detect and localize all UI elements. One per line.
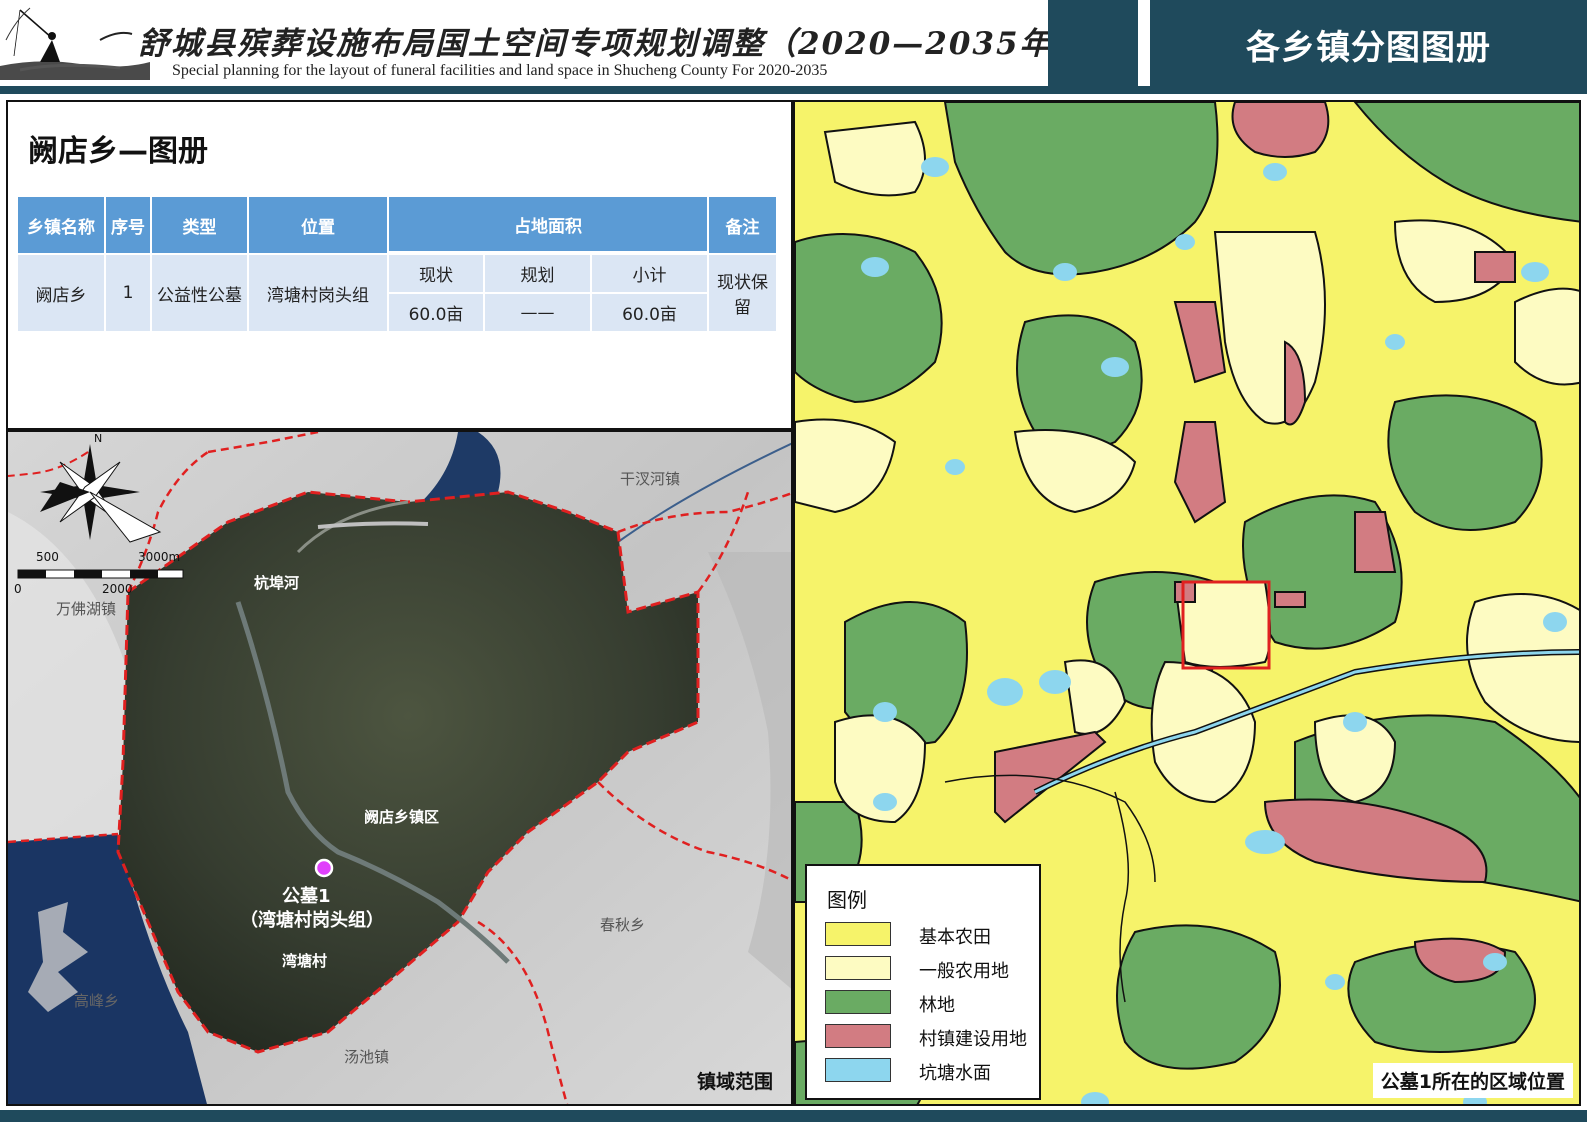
label-wanfohu: 万佛湖镇 — [56, 600, 117, 618]
legend-swatch-village-construction — [825, 1024, 891, 1048]
legend: 图例 基本农田 一般农用地 林地 村镇建设用地 坑塘水面 — [805, 864, 1041, 1100]
info-panel: 阙店乡—图册 乡镇名称 序号 类型 位置 占地面积 备注 阙店乡 1 公益性公墓… — [6, 100, 793, 430]
legend-label: 坑塘水面 — [919, 1063, 991, 1084]
north-label: N — [94, 432, 103, 445]
cell-planned: —— — [485, 294, 590, 331]
cemetery-table: 乡镇名称 序号 类型 位置 占地面积 备注 阙店乡 1 公益性公墓 湾塘村岗头组… — [16, 195, 778, 333]
label-tangchi: 汤池镇 — [344, 1048, 390, 1066]
footer-bar — [0, 1110, 1587, 1122]
header-area: 占地面积 — [389, 197, 707, 251]
cell-note: 现状保留 — [709, 255, 776, 331]
cell-location: 湾塘村岗头组 — [249, 255, 387, 331]
overview-caption: 镇域范围 — [696, 1071, 773, 1093]
atlas-title: 各乡镇分图图册 — [1150, 0, 1587, 88]
landuse-map: 图例 基本农田 一般农用地 林地 村镇建设用地 坑塘水面 公墓1所在的区域位置 — [793, 100, 1581, 1106]
legend-label: 基本农田 — [919, 927, 991, 948]
legend-label: 一般农用地 — [919, 961, 1009, 982]
cell-type: 公益性公墓 — [152, 255, 247, 331]
legend-swatch-basic-farmland — [825, 922, 891, 946]
label-cemetery-location: （湾塘村岗头组） — [240, 910, 384, 931]
cell-current: 60.0亩 — [389, 294, 483, 331]
header-separator — [1138, 0, 1150, 88]
village-construction-patch — [1231, 102, 1330, 158]
cemetery-marker[interactable] — [314, 858, 334, 878]
cell-subtotal: 60.0亩 — [592, 294, 707, 331]
header-location: 位置 — [249, 197, 387, 253]
legend-label: 村镇建设用地 — [919, 1029, 1027, 1050]
general-farmland-patch — [1213, 231, 1326, 425]
label-ganhanhe: 干汊河镇 — [620, 470, 681, 488]
legend-swatch-general-farmland — [825, 956, 891, 980]
page-title: 舒城县殡葬设施布局国土空间专项规划调整（2020—2035年） — [138, 26, 1086, 62]
overview-map: N 500 3000m 0 2000 干汊河镇 万佛湖镇 杭埠河 阙店乡镇区 公… — [6, 430, 793, 1106]
page-subtitle: Special planning for the layout of funer… — [172, 62, 828, 79]
cell-town: 阙店乡 — [18, 255, 104, 331]
label-hangbuhe: 杭埠河 — [254, 574, 300, 592]
subheader-current: 现状 — [389, 255, 483, 292]
legend-swatch-pond — [825, 1058, 891, 1082]
cell-no: 1 — [106, 255, 150, 331]
header-town: 乡镇名称 — [18, 197, 104, 253]
label-chunqiu: 春秋乡 — [600, 916, 646, 934]
header-type: 类型 — [152, 197, 247, 253]
header-bar — [0, 86, 1587, 94]
table-row: 阙店乡 1 公益性公墓 湾塘村岗头组 现状 规划 小计 现状保留 — [18, 255, 776, 331]
label-quedian-town: 阙店乡镇区 — [364, 808, 440, 826]
subheader-subtotal: 小计 — [592, 255, 707, 292]
landuse-caption: 公墓1所在的区域位置 — [1372, 1063, 1573, 1098]
scale-label-3000: 3000m — [138, 550, 181, 564]
legend-swatch-forest — [825, 990, 891, 1014]
label-cemetery: 公墓1 — [282, 886, 331, 907]
subheader-planned: 规划 — [485, 255, 590, 292]
forest-patch — [943, 102, 1219, 276]
legend-title: 图例 — [827, 888, 867, 912]
scale-label-500: 500 — [36, 550, 59, 564]
fisherman-logo-icon — [0, 7, 150, 80]
section-title: 阙店乡—图册 — [28, 134, 208, 169]
header-note: 备注 — [709, 197, 776, 253]
scale-bar — [17, 569, 184, 579]
table-header-row: 乡镇名称 序号 类型 位置 占地面积 备注 — [18, 197, 776, 253]
scale-label-2000: 2000 — [102, 582, 133, 596]
header-no: 序号 — [106, 197, 150, 253]
legend-label: 林地 — [919, 995, 955, 1016]
header: 舒城县殡葬设施布局国土空间专项规划调整（2020—2035年） Special … — [0, 0, 1587, 88]
label-wantang: 湾塘村 — [282, 952, 328, 970]
label-gaofeng: 高峰乡 — [74, 992, 120, 1010]
scale-label-0: 0 — [14, 582, 22, 596]
overview-map-canvas — [8, 432, 791, 1104]
